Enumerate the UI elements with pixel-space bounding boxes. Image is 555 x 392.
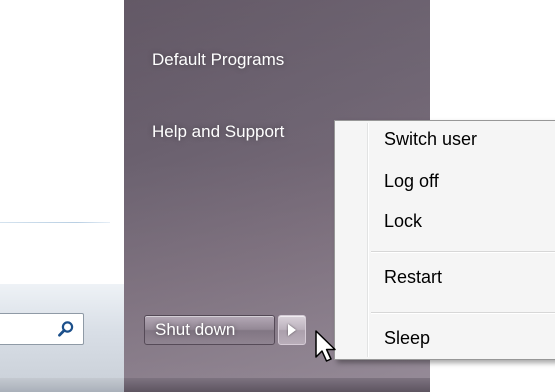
shut-down-options-button[interactable] bbox=[278, 315, 306, 345]
search-input[interactable] bbox=[0, 313, 84, 345]
menu-item-restart[interactable]: Restart bbox=[384, 267, 442, 288]
menu-separator bbox=[371, 312, 555, 314]
default-programs-link[interactable]: Default Programs bbox=[152, 50, 284, 70]
start-menu: Default Programs Help and Support Shut d… bbox=[0, 0, 555, 392]
shut-down-button[interactable]: Shut down bbox=[144, 315, 275, 345]
menu-item-sleep[interactable]: Sleep bbox=[384, 328, 430, 349]
menu-gutter bbox=[367, 123, 369, 357]
search-icon[interactable] bbox=[57, 320, 75, 338]
menu-separator bbox=[371, 251, 555, 253]
taskbar-edge-right bbox=[124, 378, 430, 392]
help-and-support-link[interactable]: Help and Support bbox=[152, 122, 284, 142]
taskbar-edge bbox=[0, 378, 124, 392]
menu-item-lock[interactable]: Lock bbox=[384, 211, 422, 232]
programs-divider bbox=[0, 222, 110, 223]
mouse-cursor-icon bbox=[315, 330, 336, 362]
menu-item-switch-user[interactable]: Switch user bbox=[384, 129, 477, 150]
shut-down-options-menu: Switch user Log off Lock Restart Sleep bbox=[334, 120, 555, 360]
menu-item-log-off[interactable]: Log off bbox=[384, 171, 439, 192]
chevron-right-icon bbox=[288, 324, 296, 336]
